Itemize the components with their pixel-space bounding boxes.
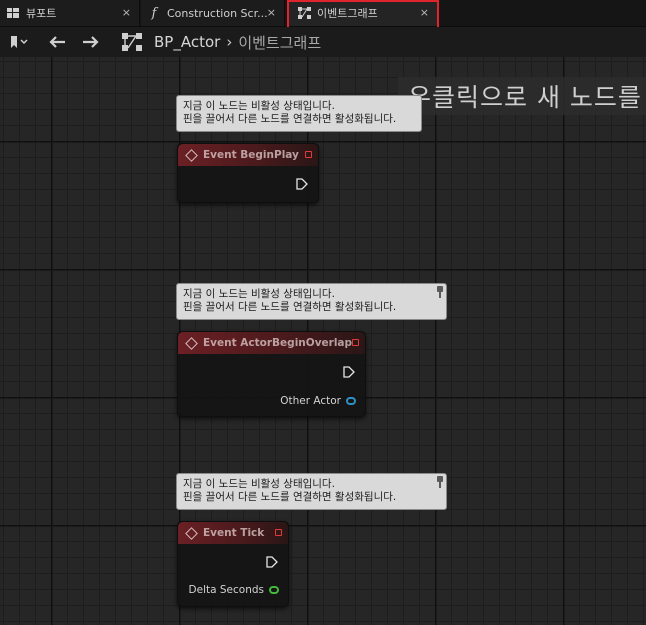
viewport-icon	[6, 7, 20, 19]
event-icon	[185, 526, 198, 540]
close-icon[interactable]: ×	[122, 6, 131, 19]
comment-bubble[interactable]: 지금 이 노드는 비활성 상태입니다. 핀을 끌어서 다른 노드를 연결하면 활…	[176, 283, 447, 320]
node-header: Event BeginPlay	[178, 144, 318, 166]
event-tick-node[interactable]: Event Tick Delta Seconds	[177, 521, 289, 607]
float-pin-icon[interactable]	[269, 586, 279, 594]
node-title: Event ActorBeginOverlap	[203, 337, 353, 349]
pin-label: Delta Seconds	[188, 584, 264, 596]
exec-output-pin-icon[interactable]	[266, 556, 278, 568]
function-icon: f	[151, 5, 157, 21]
other-actor-pin[interactable]: Other Actor	[280, 395, 356, 407]
comment-line: 지금 이 노드는 비활성 상태입니다.	[183, 288, 335, 300]
delta-seconds-pin[interactable]: Delta Seconds	[189, 584, 279, 596]
graph-icon	[120, 33, 144, 51]
tab-bar: 뷰포트 × f Construction Scr... × 이벤트그래프 ×	[0, 0, 646, 30]
delegate-pin-icon[interactable]	[352, 339, 359, 346]
breadcrumb-current: 이벤트그래프	[238, 33, 322, 52]
comment-bubble[interactable]: 지금 이 노드는 비활성 상태입니다. 핀을 끌어서 다른 노드를 연결하면 활…	[176, 95, 422, 132]
bookmark-icon	[11, 36, 28, 48]
comment-line: 지금 이 노드는 비활성 상태입니다.	[183, 100, 335, 112]
node-header: Event ActorBeginOverlap	[178, 332, 365, 354]
tab-event-graph[interactable]: 이벤트그래프 ×	[287, 0, 439, 26]
forward-arrow-icon[interactable]	[80, 35, 102, 49]
event-icon	[185, 148, 198, 162]
event-graph-icon	[297, 7, 311, 19]
node-title: Event Tick	[203, 527, 265, 539]
tab-construction-script[interactable]: f Construction Scr... ×	[141, 0, 285, 26]
event-beginplay-node[interactable]: Event BeginPlay	[177, 143, 319, 203]
comment-bubble[interactable]: 지금 이 노드는 비활성 상태입니다. 핀을 끌어서 다른 노드를 연결하면 활…	[176, 473, 447, 510]
breadcrumb-blueprint[interactable]: BP_Actor	[154, 33, 220, 51]
tab-viewport[interactable]: 뷰포트 ×	[0, 0, 140, 26]
tab-label: Construction Scr...	[167, 6, 268, 20]
comment-line: 핀을 끌어서 다른 노드를 연결하면 활성화됩니다.	[183, 301, 397, 313]
comment-line: 핀을 끌어서 다른 노드를 연결하면 활성화됩니다.	[183, 491, 397, 503]
close-icon[interactable]: ×	[267, 6, 276, 19]
delegate-pin-icon[interactable]	[275, 529, 282, 536]
comment-line: 지금 이 노드는 비활성 상태입니다.	[183, 478, 335, 490]
event-actorbeginoverlap-node[interactable]: Event ActorBeginOverlap Other Actor	[177, 331, 366, 417]
pin-icon[interactable]	[436, 286, 444, 298]
exec-output-pin-icon[interactable]	[343, 366, 355, 378]
bookmark-dropdown-button[interactable]	[6, 35, 32, 49]
pin-icon[interactable]	[436, 476, 444, 488]
comment-line: 핀을 끌어서 다른 노드를 연결하면 활성화됩니다.	[183, 113, 397, 125]
node-title: Event BeginPlay	[203, 149, 299, 161]
close-icon[interactable]: ×	[420, 6, 429, 19]
breadcrumb-separator: ›	[226, 33, 233, 51]
right-click-hint: 우클릭으로 새 노드를	[398, 77, 646, 115]
exec-output-pin-icon[interactable]	[296, 178, 308, 190]
graph-toolbar: BP_Actor › 이벤트그래프	[0, 27, 646, 57]
delegate-pin-icon[interactable]	[305, 151, 312, 158]
back-arrow-icon[interactable]	[46, 35, 68, 49]
node-header: Event Tick	[178, 522, 288, 544]
event-icon	[185, 336, 198, 350]
event-graph-canvas[interactable]: 우클릭으로 새 노드를 지금 이 노드는 비활성 상태입니다. 핀을 끌어서 다…	[0, 57, 646, 625]
tab-label: 뷰포트	[26, 7, 57, 20]
tab-label: 이벤트그래프	[317, 7, 378, 20]
pin-label: Other Actor	[280, 395, 341, 407]
object-pin-icon[interactable]	[346, 397, 356, 405]
